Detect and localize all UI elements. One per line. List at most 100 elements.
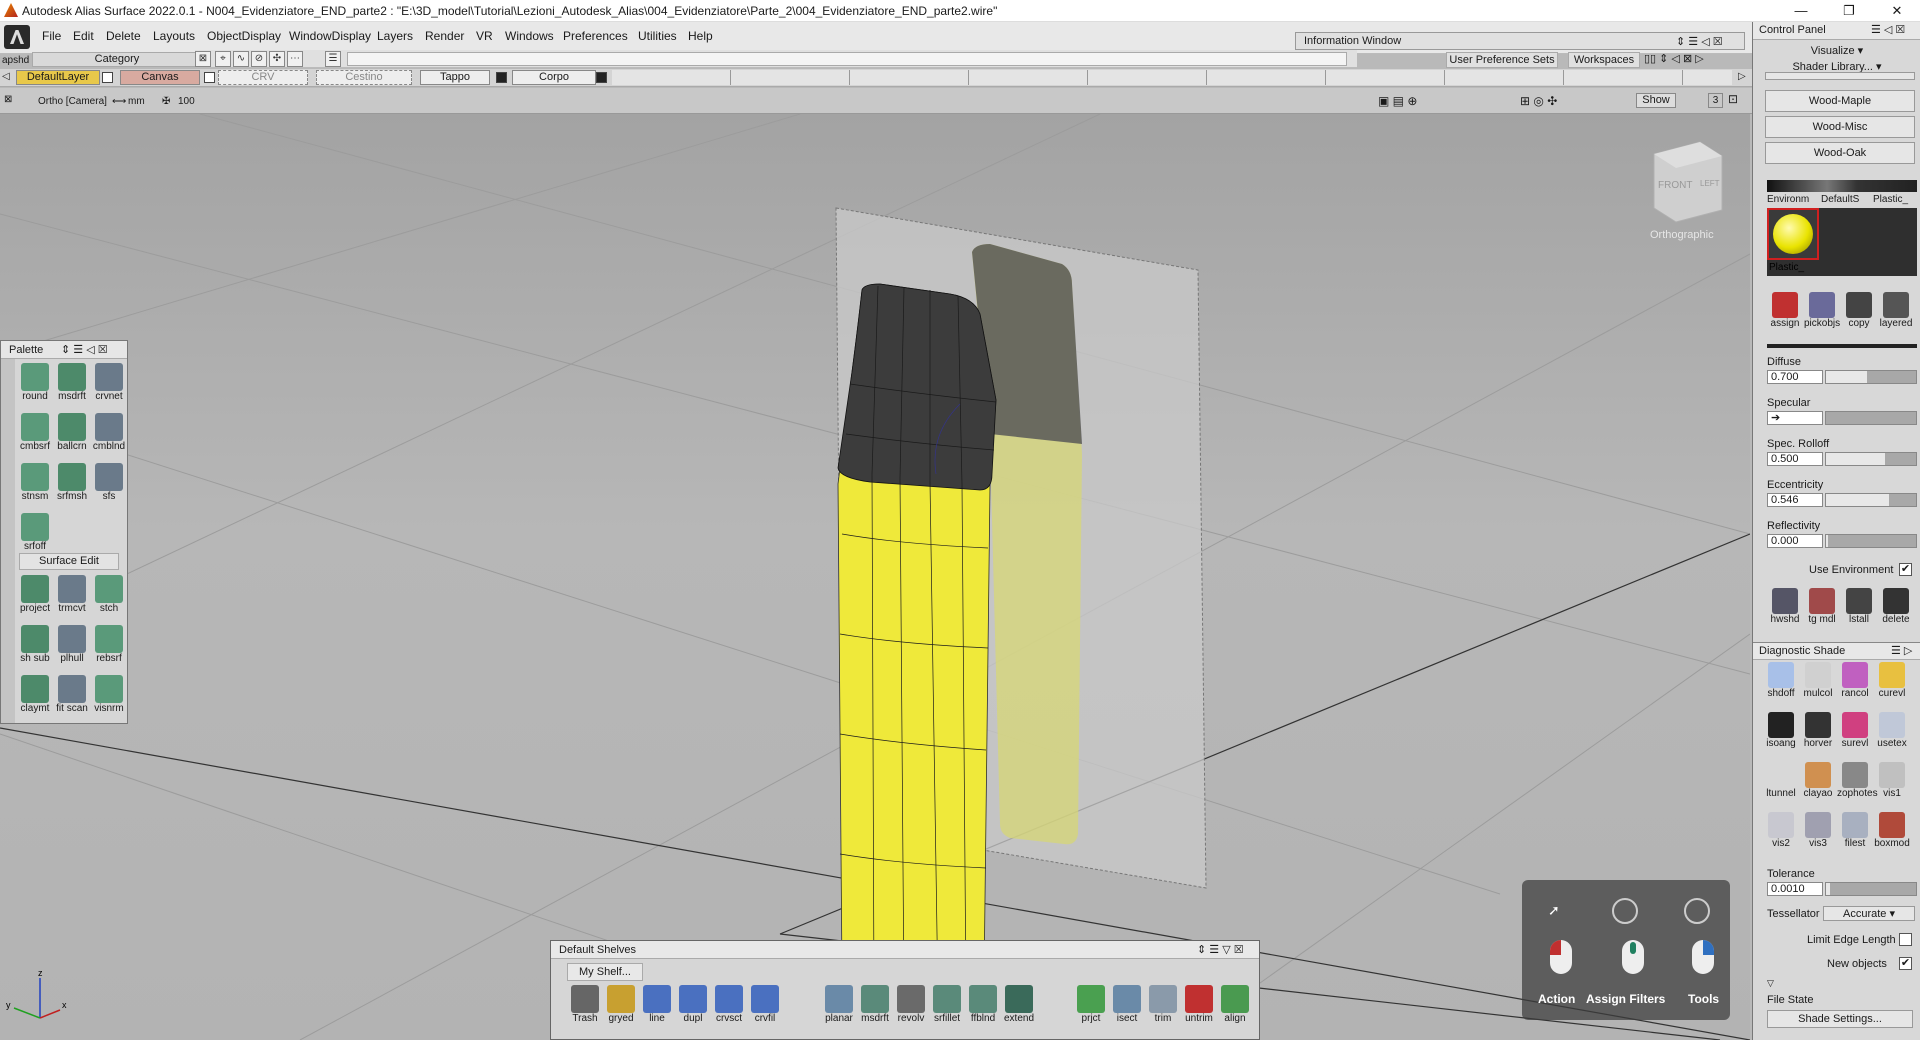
tool-mulcol[interactable]: mulcol [1800,662,1836,710]
param-value[interactable]: 0.700 [1767,370,1823,384]
tool-assign[interactable]: assign [1767,292,1803,340]
tool-sh-sub[interactable]: sh sub [17,623,53,671]
tool-horver[interactable]: horver [1800,712,1836,760]
layout-number-button[interactable]: 3 [1708,93,1723,108]
tool-extend[interactable]: extend [1001,985,1037,1037]
layer-swatch[interactable] [596,72,607,83]
tool-claymt[interactable]: claymt [17,673,53,721]
file-state-expand-icon[interactable]: ▽ [1767,978,1774,989]
tool-round[interactable]: round [17,361,53,409]
tool-boxmod[interactable]: boxmod [1874,812,1910,860]
layer-scroll-left-icon[interactable]: ◁ [2,71,10,82]
menu-layers[interactable]: Layers [375,29,415,43]
tool-rancol[interactable]: rancol [1837,662,1873,710]
menu-objectdisplay[interactable]: ObjectDisplay [205,29,283,43]
layer-tappo[interactable]: Tappo [420,70,490,85]
tool-vis2[interactable]: vis2 [1763,812,1799,860]
tool-rebsrf[interactable]: rebsrf [91,623,127,671]
param-slider[interactable]: 0.500 [1767,452,1917,466]
layer-defaultlayer[interactable]: DefaultLayer [16,70,100,85]
surface-edit-section[interactable]: Surface Edit [19,553,119,570]
tool-layered[interactable]: layered [1878,292,1914,340]
tool-curevl[interactable]: curevl [1874,662,1910,710]
tool-stnsm[interactable]: stnsm [17,461,53,509]
layer-swatch[interactable] [204,72,215,83]
shade-settings-button[interactable]: Shade Settings... [1767,1010,1913,1028]
tool-planar[interactable]: planar [821,985,857,1037]
param-slider[interactable]: 0.700 [1767,370,1917,384]
param-track[interactable] [1825,452,1917,466]
tool-msdrft[interactable]: msdrft [54,361,90,409]
alias-app-icon[interactable] [4,25,30,49]
tool-prjct[interactable]: prjct [1073,985,1109,1037]
workspaces-button[interactable]: Workspaces [1568,52,1640,68]
minimize-button[interactable]: — [1778,0,1824,22]
menu-delete[interactable]: Delete [104,29,143,43]
param-track[interactable] [1825,493,1917,507]
tolerance-track[interactable] [1825,882,1917,896]
viewport-camera-icons[interactable]: ▣ ▤ ⊕ [1378,94,1417,108]
cp-controls-icon[interactable]: ☰ ◁ ☒ [1871,22,1905,39]
tool-pickobjs[interactable]: pickobjs [1804,292,1840,340]
tool-hwshd[interactable]: hwshd [1767,588,1803,636]
wood-maple-button[interactable]: Wood-Maple [1765,90,1915,112]
workspace-icons[interactable]: ▯▯ ⇕ ◁ ⊠ ▷ [1644,52,1704,65]
param-slider[interactable]: 0.546 [1767,493,1917,507]
tool-ballcrn[interactable]: ballcrn [54,411,90,459]
tool-untrim[interactable]: untrim [1181,985,1217,1037]
maximize-button[interactable]: ❐ [1826,0,1872,22]
layer-canvas[interactable]: Canvas [120,70,200,85]
show-button[interactable]: Show [1636,93,1676,108]
tool-crvsct[interactable]: crvsct [711,985,747,1037]
menu-vr[interactable]: VR [474,29,495,43]
palette-header[interactable]: Palette ⇕ ☰ ◁ ☒ [1,341,127,359]
category-bar[interactable]: Category [32,52,202,67]
layer-crv[interactable]: CRV [218,70,308,85]
palette-controls-icon[interactable]: ⇕ ☰ ◁ ☒ [61,343,108,356]
view-toggle-icon[interactable]: ⊠ [4,94,12,105]
diag-controls-icon[interactable]: ☰ ▷ [1891,643,1912,660]
info-window-controls-icon[interactable]: ⇕ ☰ ◁ ☒ [1676,35,1723,48]
layer-corpo[interactable]: Corpo [512,70,596,85]
tolerance-slider[interactable]: 0.0010 [1767,882,1917,896]
list-icon[interactable]: ☰ [325,51,341,67]
tool-ltunnel[interactable]: ltunnel [1763,762,1799,810]
menu-edit[interactable]: Edit [71,29,96,43]
tool-cmbsrf[interactable]: cmbsrf [17,411,53,459]
menu-file[interactable]: File [40,29,63,43]
tool-trim[interactable]: trim [1145,985,1181,1037]
dots-icon[interactable]: ⋯ [287,51,303,67]
tool-tg-mdl[interactable]: tg mdl [1804,588,1840,636]
param-value[interactable]: 0.546 [1767,493,1823,507]
layer-scroll-right-icon[interactable]: ▷ [1738,71,1746,82]
plastic-shader-swatch[interactable] [1767,208,1819,260]
wood-misc-button[interactable]: Wood-Misc [1765,116,1915,138]
layer-cestino[interactable]: Cestino [316,70,412,85]
maximize-view-icon[interactable]: ⊡ [1728,92,1738,106]
wood-oak-button[interactable]: Wood-Oak [1765,142,1915,164]
tool-msdrft[interactable]: msdrft [857,985,893,1037]
wood-mahogany-button[interactable] [1765,72,1915,80]
viewport-nav-icons[interactable]: ⊞ ◎ ✣ [1520,94,1557,108]
tool-vis1[interactable]: vis1 [1874,762,1910,810]
menu-windowdisplay[interactable]: WindowDisplay [287,29,373,43]
tool-delete[interactable]: delete [1878,588,1914,636]
menu-windows[interactable]: Windows [503,29,556,43]
tool-trash[interactable]: Trash [567,985,603,1037]
new-objects-checkbox[interactable]: ✔ [1899,957,1912,970]
surface-icon[interactable]: ⊘ [251,51,267,67]
tool-zophotes[interactable]: zophotes [1837,762,1878,810]
param-value[interactable]: 0.500 [1767,452,1823,466]
tool-shdoff[interactable]: shdoff [1763,662,1799,710]
tool-sfs[interactable]: sfs [91,461,127,509]
user-preference-sets-button[interactable]: User Preference Sets [1446,52,1558,68]
tool-plhull[interactable]: plhull [54,623,90,671]
tool-usetex[interactable]: usetex [1874,712,1910,760]
use-environment-checkbox[interactable]: ✔ [1899,563,1912,576]
palette-scrollbar[interactable] [1,359,15,723]
tool-crvfil[interactable]: crvfil [747,985,783,1037]
param-track[interactable] [1825,534,1917,548]
shader-swatch-strip[interactable] [1767,180,1917,192]
param-slider[interactable]: ➔ [1767,411,1917,425]
param-slider[interactable]: 0.000 [1767,534,1917,548]
